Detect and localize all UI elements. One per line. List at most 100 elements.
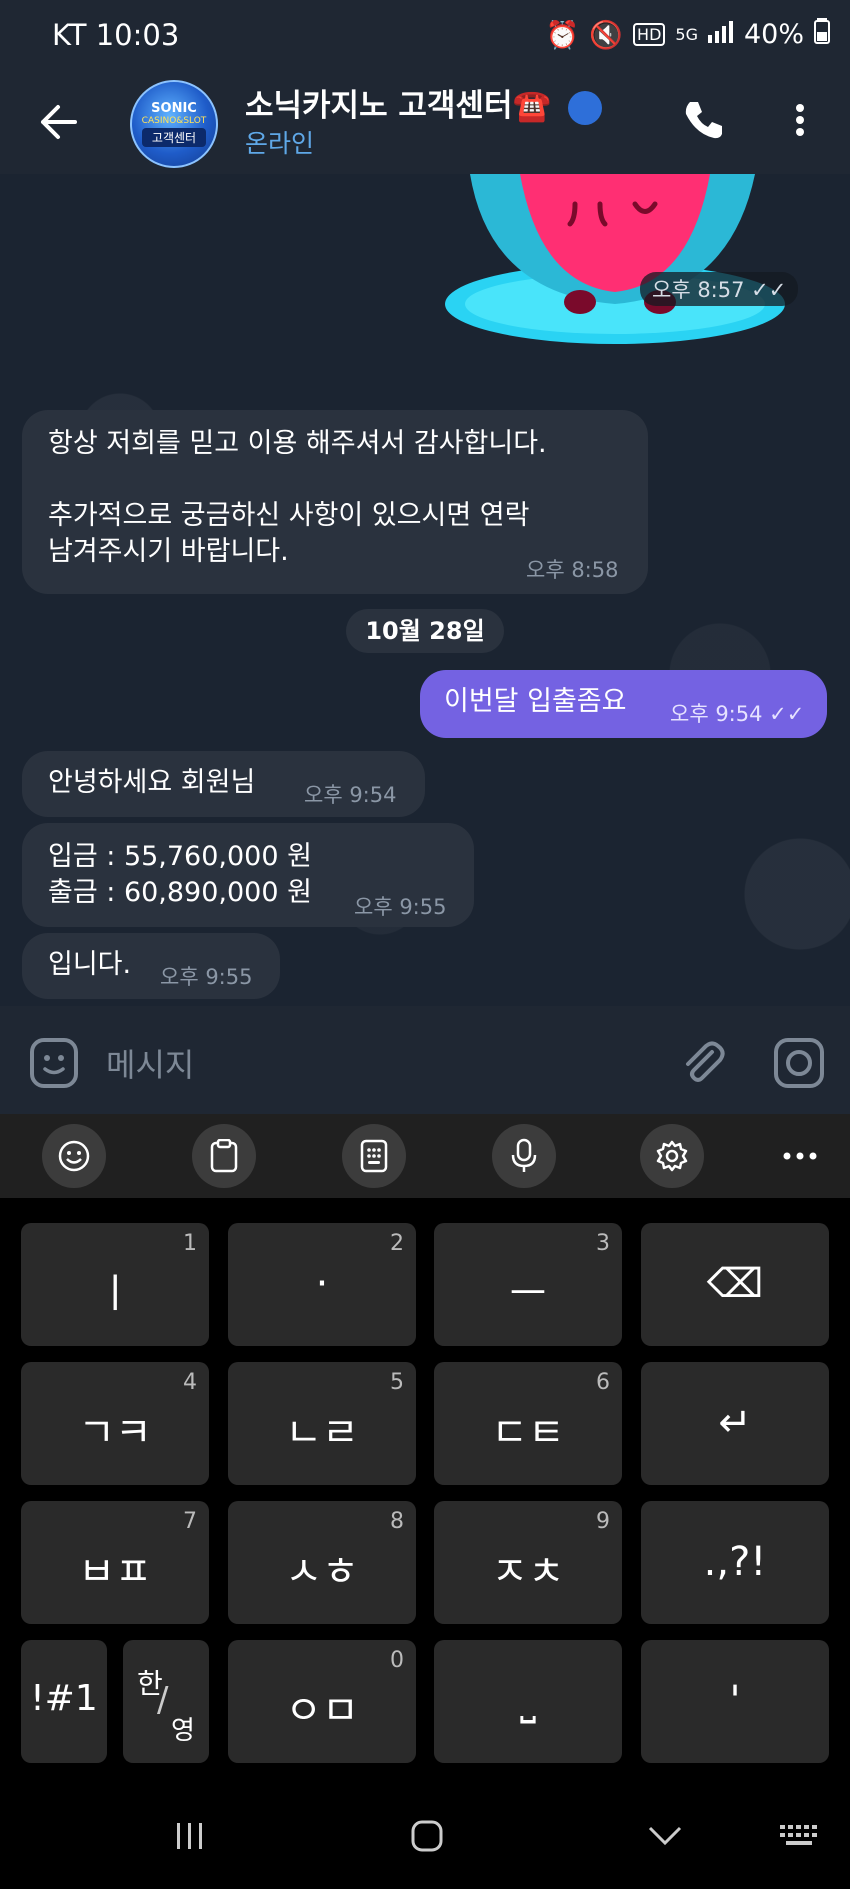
chat-history[interactable]: 오후 8:57 ✓✓ 항상 저희를 믿고 이용 해주셔서 감사합니다. 추가적으… [0,174,850,1006]
keyboard: 1 ㅣ 2 · 3 ㅡ ⌫ 4 ㄱㅋ 5 ㄴㄹ 6 ㄷㅌ ↵ 7 ㅂㅍ 8 ㅅㅎ… [0,1198,850,1781]
status-icons: ⏰ 🔇 HD 5G 40% [546,18,830,51]
phone-icon[interactable] [676,92,732,148]
message-time: 오후 9:55 [354,895,447,919]
language-switch-key[interactable]: 한 / 영 [123,1640,209,1763]
message-line: 남겨주시기 바랍니다. [48,536,289,567]
message-time: 오후 9:54 [670,702,763,726]
message-composer: 메시지 [0,1006,850,1114]
message-line: 추가적으로 궁금하신 사항이 있으시면 연락 [48,500,530,531]
status-time: KT 10:03 [52,18,180,52]
message-text: 항상 저희를 믿고 이용 해주셔서 감사합니다. 추가적으로 궁금하신 사항이 … [48,426,547,570]
key-label: ㅈㅊ [491,1549,565,1595]
emoji-icon[interactable] [42,1124,106,1188]
emoji-sticker-icon[interactable] [28,1036,82,1090]
avatar-logo-text: SONIC [151,100,197,116]
key-n-r[interactable]: 5 ㄴㄹ [228,1362,416,1485]
message-line: 출금 : 60,890,000 원 [48,877,312,908]
system-nav-bar [0,1781,850,1889]
space-icon: ⎵ [520,1678,536,1724]
message-bubble-outgoing[interactable]: 이번달 입출좀요 오후 9:54 ✓✓ [420,670,827,738]
sticker-image[interactable] [430,174,790,354]
paperclip-icon[interactable] [676,1036,728,1088]
key-label: · [315,1261,329,1307]
key-g-k[interactable]: 4 ㄱㅋ [21,1362,209,1485]
symbols-key[interactable]: !#1 [21,1640,107,1763]
key-number: 9 [596,1509,610,1534]
key-s-h[interactable]: 8 ㅅㅎ [228,1501,416,1624]
key-j-ch[interactable]: 9 ㅈㅊ [434,1501,622,1624]
message-bubble-incoming[interactable]: 항상 저희를 믿고 이용 해주셔서 감사합니다. 추가적으로 궁금하신 사항이 … [22,410,648,594]
avatar-logo-bottom: 고객센터 [141,127,207,147]
back-arrow-icon[interactable] [30,94,86,150]
key-label: .,?! [703,1539,767,1585]
key-d-t[interactable]: 6 ㄷㅌ [434,1362,622,1485]
battery-level: 40% [743,19,804,50]
avatar-logo-sub: CASINO&SLOT [141,115,207,126]
more-icon[interactable] [770,1124,830,1188]
sticker-meta: 오후 8:57 ✓✓ [640,272,799,306]
sticker-time: 오후 8:57 [652,278,745,302]
key-number: 8 [390,1509,404,1534]
message-input[interactable]: 메시지 [106,1040,194,1086]
message-line: 항상 저희를 믿고 이용 해주셔서 감사합니다. [48,428,547,459]
backspace-icon: ⌫ [706,1261,764,1307]
key-label: ' [729,1678,741,1724]
key-number: 5 [390,1370,404,1395]
message-bubble-incoming[interactable]: 안녕하세요 회원님 오후 9:54 [22,751,425,817]
key-label: !#1 [30,1678,98,1719]
settings-icon[interactable] [640,1124,704,1188]
message-line [48,462,547,498]
more-vert-icon[interactable] [780,92,820,148]
apostrophe-key[interactable]: ' [641,1640,829,1763]
key-label: ㅣ [96,1271,134,1317]
key-number: 0 [390,1648,404,1673]
slash-divider: / [157,1680,169,1720]
recent-apps-icon[interactable] [165,1811,215,1861]
signal-icon [707,19,734,50]
hd-icon: HD [633,23,666,46]
lang-english-label: 영 [171,1716,195,1746]
chat-status: 온라인 [245,129,315,158]
message-time: 오후 8:58 [526,558,619,582]
keypad-icon[interactable] [342,1124,406,1188]
double-check-icon: ✓✓ [751,278,787,302]
key-o-m[interactable]: 0 ㅇㅁ [228,1640,416,1763]
double-check-icon: ✓✓ [769,702,805,726]
clipboard-icon[interactable] [192,1124,256,1188]
key-label: ㅂㅍ [78,1549,152,1595]
avatar[interactable]: SONIC CASINO&SLOT 고객센터 [130,80,218,168]
key-dot[interactable]: 2 · [228,1223,416,1346]
5g-icon: 5G [675,25,698,44]
message-meta: 오후 9:54 ✓✓ [670,696,804,732]
camera-icon[interactable] [772,1036,826,1090]
key-number: 2 [390,1231,404,1256]
enter-key[interactable]: ↵ [641,1362,829,1485]
home-icon[interactable] [402,1811,452,1861]
punctuation-key[interactable]: .,?! [641,1501,829,1624]
message-text: 입금 : 55,760,000 원 출금 : 60,890,000 원 [48,839,312,911]
message-time: 오후 9:54 [304,783,397,807]
space-key[interactable]: ⎵ [434,1640,622,1763]
keyboard-switch-icon[interactable] [774,1811,824,1861]
backspace-key[interactable]: ⌫ [641,1223,829,1346]
message-bubble-incoming[interactable]: 입금 : 55,760,000 원 출금 : 60,890,000 원 오후 9… [22,823,474,927]
chat-header: SONIC CASINO&SLOT 고객센터 소닉카지노 고객센터☎️ 온라인 [0,72,850,174]
key-label: ㅇㅁ [285,1688,359,1734]
key-number: 7 [183,1509,197,1534]
message-text: 안녕하세요 회원님 [48,767,256,798]
mute-icon: 🔇 [589,19,624,51]
chat-title[interactable]: 소닉카지노 고객센터☎️ [245,80,602,125]
date-divider: 10월 28일 [346,609,504,653]
message-line: 입금 : 55,760,000 원 [48,841,312,872]
status-bar: KT 10:03 ⏰ 🔇 HD 5G 40% [0,0,850,72]
message-text: 입니다. [48,949,132,980]
hide-keyboard-icon[interactable] [640,1811,690,1861]
mic-icon[interactable] [492,1124,556,1188]
key-label: ㄴㄹ [285,1410,359,1456]
key-eu[interactable]: 3 ㅡ [434,1223,622,1346]
message-bubble-incoming[interactable]: 입니다. 오후 9:55 [22,933,280,999]
key-i[interactable]: 1 ㅣ [21,1223,209,1346]
key-b-p[interactable]: 7 ㅂㅍ [21,1501,209,1624]
message-text: 이번달 입출좀요 [444,686,627,717]
message-time: 오후 9:55 [160,965,253,989]
